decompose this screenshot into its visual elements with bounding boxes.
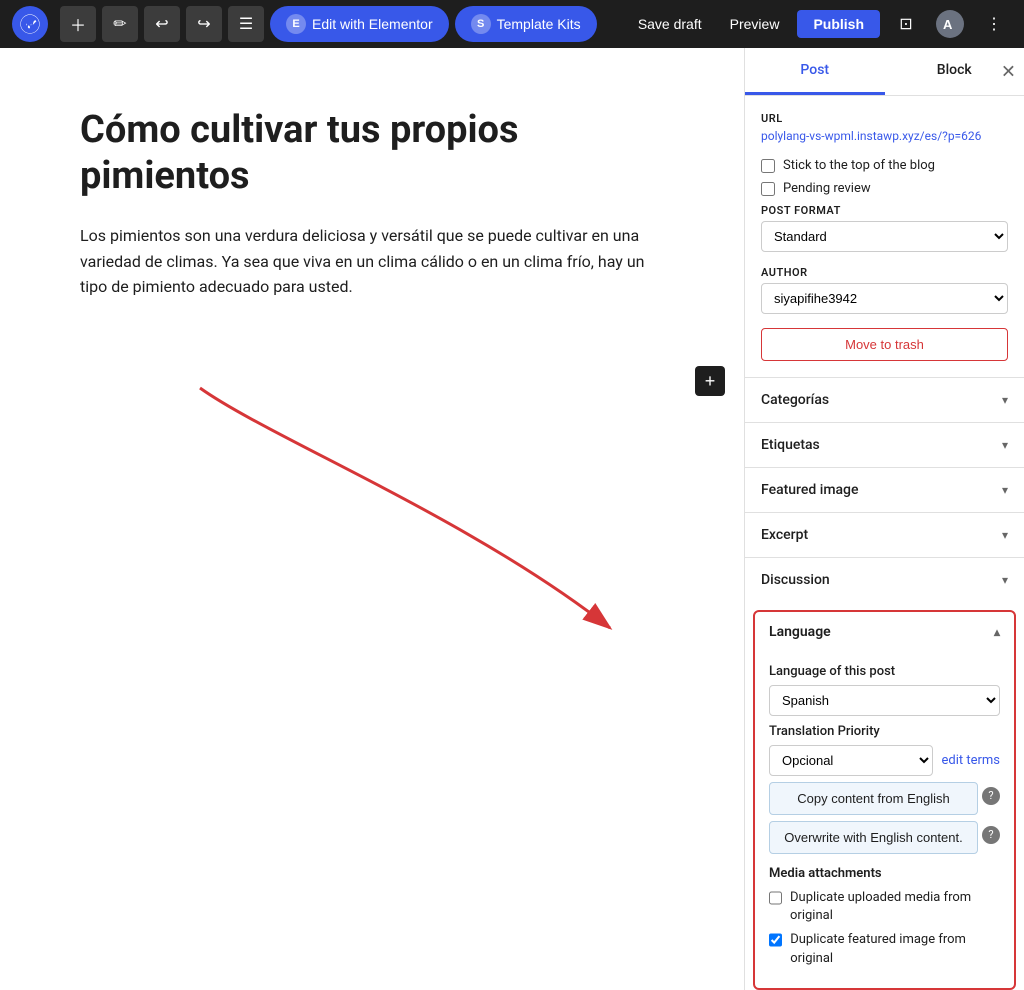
url-label: URL — [761, 112, 1008, 125]
url-value[interactable]: polylang-vs-wpml.instawp.xyz/es/?p=626 — [761, 129, 981, 143]
template-kits-icon: S — [471, 14, 491, 34]
duplicate-uploaded-row: Duplicate uploaded media from original — [769, 889, 1000, 925]
list-view-btn[interactable]: ☰ — [228, 6, 264, 42]
add-block-editor-btn[interactable]: + — [695, 366, 725, 396]
undo-btn[interactable]: ↩ — [144, 6, 180, 42]
categorias-header[interactable]: Categorías ▾ — [745, 378, 1024, 422]
overwrite-english-btn[interactable]: Overwrite with English content. — [769, 821, 978, 854]
excerpt-header[interactable]: Excerpt ▾ — [745, 513, 1024, 557]
translation-priority-row: Opcional edit terms — [769, 745, 1000, 776]
editor-area: Cómo cultivar tus propios pimientos Los … — [0, 48, 744, 990]
edit-terms-link[interactable]: edit terms — [941, 753, 1000, 768]
author-label: AUTHOR — [761, 266, 1008, 279]
language-select[interactable]: Spanish — [769, 685, 1000, 716]
language-section-header[interactable]: Language ▴ — [755, 612, 1014, 652]
svg-text:W: W — [24, 18, 35, 32]
etiquetas-label: Etiquetas — [761, 437, 820, 453]
discussion-label: Discussion — [761, 572, 830, 588]
copy-from-english-btn[interactable]: Copy content from English — [769, 782, 978, 815]
copy-english-row: Copy content from English ? — [769, 776, 1000, 815]
overwrite-english-row: Overwrite with English content. ? — [769, 815, 1000, 854]
featured-image-section: Featured image ▾ — [745, 467, 1024, 512]
stick-to-top-checkbox[interactable] — [761, 159, 775, 173]
user-avatar-btn[interactable]: A — [932, 6, 968, 42]
language-section: Language ▴ Language of this post Spanish… — [753, 610, 1016, 990]
featured-image-header[interactable]: Featured image ▾ — [745, 468, 1024, 512]
preview-button[interactable]: Preview — [720, 10, 790, 38]
post-format-select[interactable]: Standard — [761, 221, 1008, 252]
tab-post[interactable]: Post — [745, 48, 885, 95]
excerpt-section: Excerpt ▾ — [745, 512, 1024, 557]
discussion-chevron: ▾ — [1002, 573, 1008, 587]
categorias-chevron: ▾ — [1002, 393, 1008, 407]
language-title: Language — [769, 624, 831, 640]
excerpt-label: Excerpt — [761, 527, 808, 543]
move-to-trash-button[interactable]: Move to trash — [761, 328, 1008, 361]
annotation-arrow — [120, 338, 744, 688]
copy-english-help-icon[interactable]: ? — [982, 787, 1000, 805]
discussion-header[interactable]: Discussion ▾ — [745, 558, 1024, 602]
template-kits-btn[interactable]: S Template Kits — [455, 6, 597, 42]
redo-btn[interactable]: ↪ — [186, 6, 222, 42]
overwrite-english-help-icon[interactable]: ? — [982, 826, 1000, 844]
sidebar-content: URL polylang-vs-wpml.instawp.xyz/es/?p=6… — [745, 96, 1024, 377]
pending-review-label: Pending review — [783, 181, 871, 196]
add-block-toolbar-btn[interactable]: ＋ — [60, 6, 96, 42]
post-format-label: POST FORMAT — [761, 204, 1008, 217]
edit-with-elementor-btn[interactable]: E Edit with Elementor — [270, 6, 449, 42]
url-field: URL polylang-vs-wpml.instawp.xyz/es/?p=6… — [761, 112, 1008, 144]
pending-review-checkbox[interactable] — [761, 182, 775, 196]
sidebar-close-btn[interactable]: ✕ — [1001, 61, 1016, 82]
excerpt-chevron: ▾ — [1002, 528, 1008, 542]
edit-with-elementor-label: Edit with Elementor — [312, 16, 433, 32]
publish-button[interactable]: Publish — [797, 10, 880, 38]
etiquetas-section: Etiquetas ▾ — [745, 422, 1024, 467]
sidebar: Post Block ✕ URL polylang-vs-wpml.instaw… — [744, 48, 1024, 990]
tools-btn[interactable]: ✏ — [102, 6, 138, 42]
main-layout: Cómo cultivar tus propios pimientos Los … — [0, 48, 1024, 990]
post-title[interactable]: Cómo cultivar tus propios pimientos — [80, 108, 664, 199]
toolbar-actions: Save draft Preview Publish ⊡ A ⋮ — [628, 6, 1012, 42]
options-btn[interactable]: ⋮ — [976, 6, 1012, 42]
categorias-label: Categorías — [761, 392, 829, 408]
author-select[interactable]: siyapifihe3942 — [761, 283, 1008, 314]
language-chevron: ▴ — [994, 625, 1000, 639]
svg-text:A: A — [943, 17, 953, 32]
save-draft-button[interactable]: Save draft — [628, 10, 712, 38]
duplicate-uploaded-label: Duplicate uploaded media from original — [790, 889, 1000, 925]
post-format-field: POST FORMAT Standard — [761, 204, 1008, 252]
toolbar: W ＋ ✏ ↩ ↪ ☰ E Edit with Elementor S Temp… — [0, 0, 1024, 48]
duplicate-featured-checkbox[interactable] — [769, 933, 782, 947]
discussion-section: Discussion ▾ — [745, 557, 1024, 602]
featured-image-label: Featured image — [761, 482, 859, 498]
language-of-post-label: Language of this post — [769, 664, 1000, 679]
template-kits-label: Template Kits — [497, 16, 581, 32]
view-toggle-btn[interactable]: ⊡ — [888, 6, 924, 42]
translation-priority-label: Translation Priority — [769, 724, 1000, 739]
elementor-icon: E — [286, 14, 306, 34]
language-body: Language of this post Spanish Translatio… — [755, 652, 1014, 988]
media-attachments-label: Media attachments — [769, 866, 1000, 881]
duplicate-featured-label: Duplicate featured image from original — [790, 931, 1000, 967]
categorias-section: Categorías ▾ — [745, 377, 1024, 422]
featured-image-chevron: ▾ — [1002, 483, 1008, 497]
priority-select[interactable]: Opcional — [769, 745, 933, 776]
sidebar-header: Post Block ✕ — [745, 48, 1024, 96]
language-select-row: Spanish — [769, 685, 1000, 716]
stick-to-top-label: Stick to the top of the blog — [783, 158, 935, 173]
duplicate-featured-row: Duplicate featured image from original — [769, 931, 1000, 967]
etiquetas-header[interactable]: Etiquetas ▾ — [745, 423, 1024, 467]
pending-review-row: Pending review — [761, 181, 1008, 196]
wp-logo[interactable]: W — [12, 6, 48, 42]
author-field: AUTHOR siyapifihe3942 — [761, 266, 1008, 314]
post-content[interactable]: Los pimientos son una verdura deliciosa … — [80, 223, 664, 300]
duplicate-uploaded-checkbox[interactable] — [769, 891, 782, 905]
etiquetas-chevron: ▾ — [1002, 438, 1008, 452]
stick-to-top-row: Stick to the top of the blog — [761, 158, 1008, 173]
